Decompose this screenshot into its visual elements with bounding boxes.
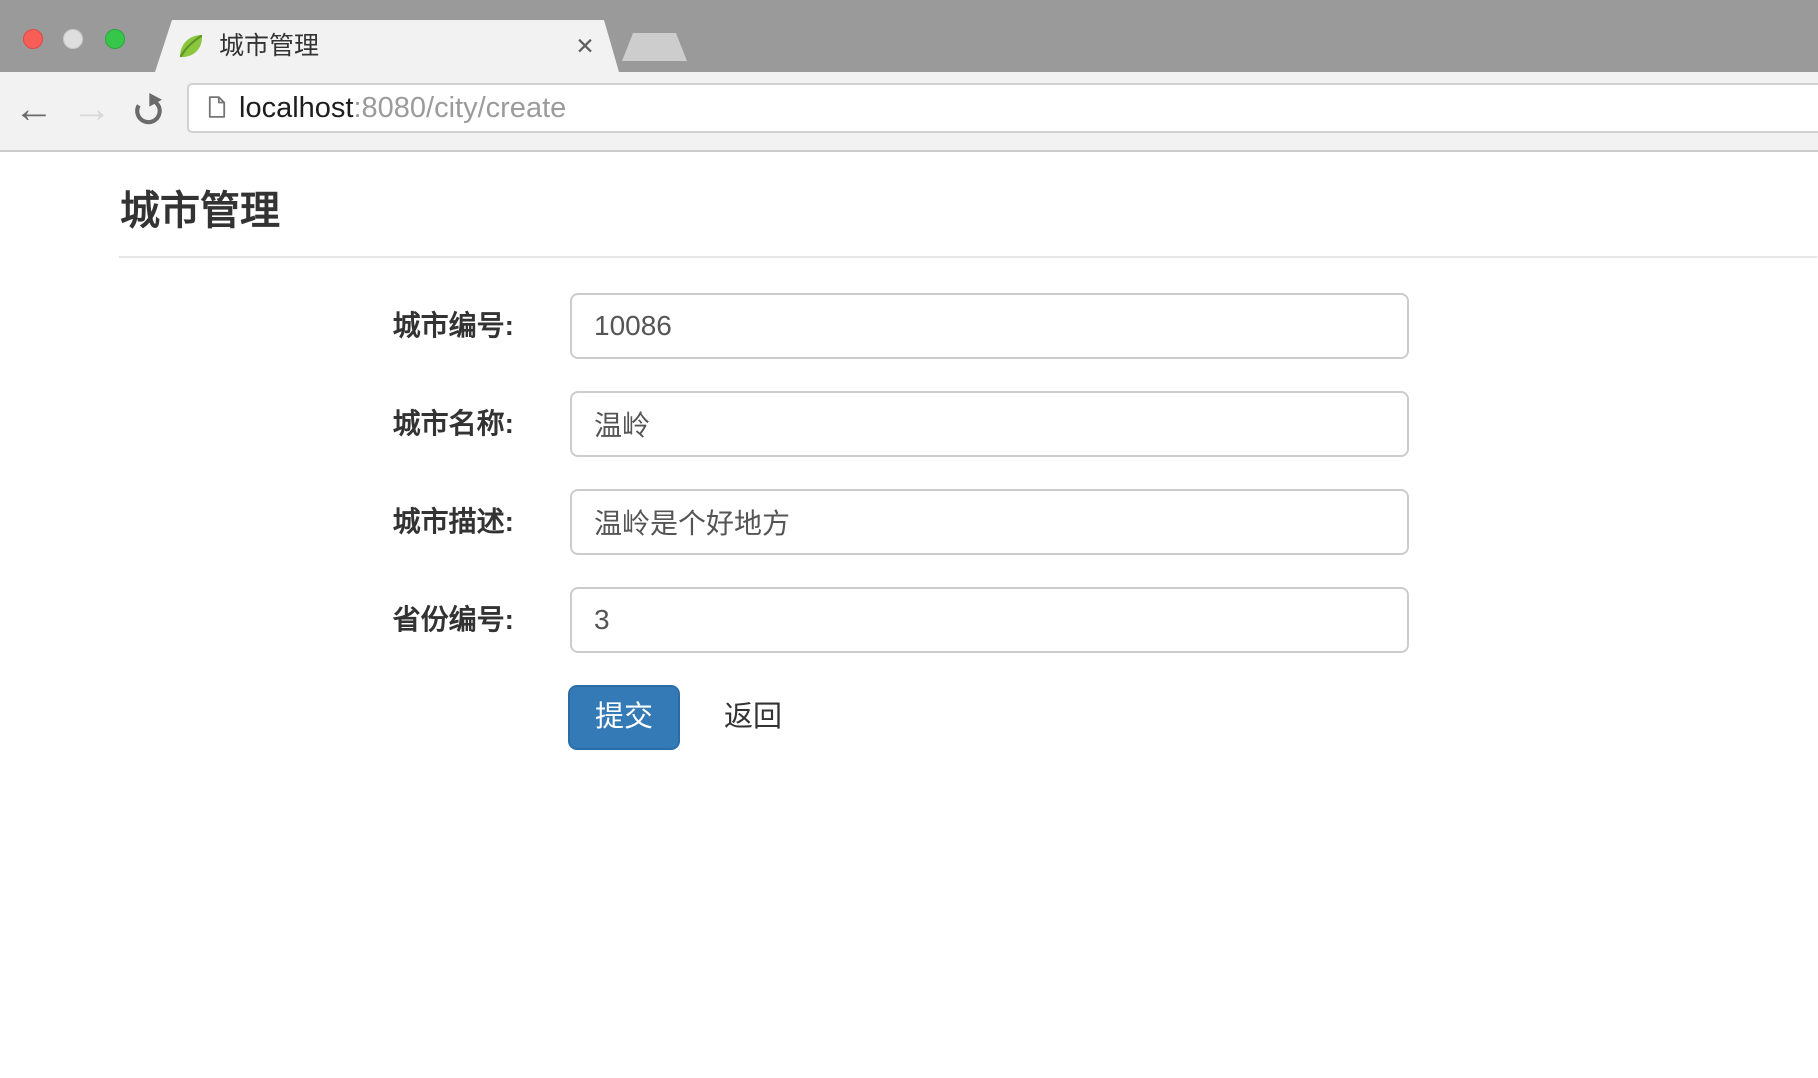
province-id-label: 省份编号: — [0, 587, 514, 653]
form-row-province-id: 省份编号: — [0, 587, 1818, 653]
url-path: :8080/city/create — [353, 92, 566, 124]
forward-icon: → — [70, 72, 114, 150]
browser-tab-strip: 城市管理 ✕ — [0, 0, 1818, 72]
province-id-input[interactable] — [570, 587, 1409, 653]
city-description-input[interactable] — [570, 489, 1409, 555]
page-title: 城市管理 — [120, 188, 280, 234]
spring-leaf-icon — [177, 32, 205, 60]
city-id-input[interactable] — [570, 293, 1409, 359]
form-row-city-id: 城市编号: — [0, 293, 1818, 359]
city-description-label: 城市描述: — [0, 489, 514, 555]
city-id-label: 城市编号: — [0, 293, 514, 359]
form-actions: 提交 返回 — [0, 685, 1818, 750]
city-name-input[interactable] — [570, 391, 1409, 457]
url-text[interactable]: localhost:8080/city/create — [239, 85, 566, 131]
traffic-light-close-button[interactable] — [23, 29, 43, 49]
page-document-icon[interactable] — [208, 95, 226, 119]
browser-toolbar: ← → localhost:8080/city/create — [0, 72, 1818, 152]
address-bar[interactable]: localhost:8080/city/create — [187, 83, 1818, 133]
back-link[interactable]: 返回 — [724, 685, 782, 750]
browser-tab[interactable]: 城市管理 ✕ — [155, 20, 619, 72]
page-content: 城市管理 城市编号: 城市名称: 城市描述: 省份编号: 提交 返回 — [0, 152, 1818, 1078]
tab-title: 城市管理 — [219, 20, 319, 72]
traffic-light-minimize-button[interactable] — [63, 29, 83, 49]
city-name-label: 城市名称: — [0, 391, 514, 457]
form-row-city-name: 城市名称: — [0, 391, 1818, 457]
form-row-city-description: 城市描述: — [0, 489, 1818, 555]
url-host: localhost — [239, 92, 353, 124]
traffic-light-zoom-button[interactable] — [105, 29, 125, 49]
tab-close-icon[interactable]: ✕ — [568, 20, 602, 72]
submit-button[interactable]: 提交 — [568, 685, 680, 750]
new-tab-button[interactable] — [622, 33, 687, 61]
back-icon[interactable]: ← — [12, 72, 56, 150]
reload-icon[interactable] — [130, 92, 168, 130]
heading-divider — [119, 256, 1817, 258]
